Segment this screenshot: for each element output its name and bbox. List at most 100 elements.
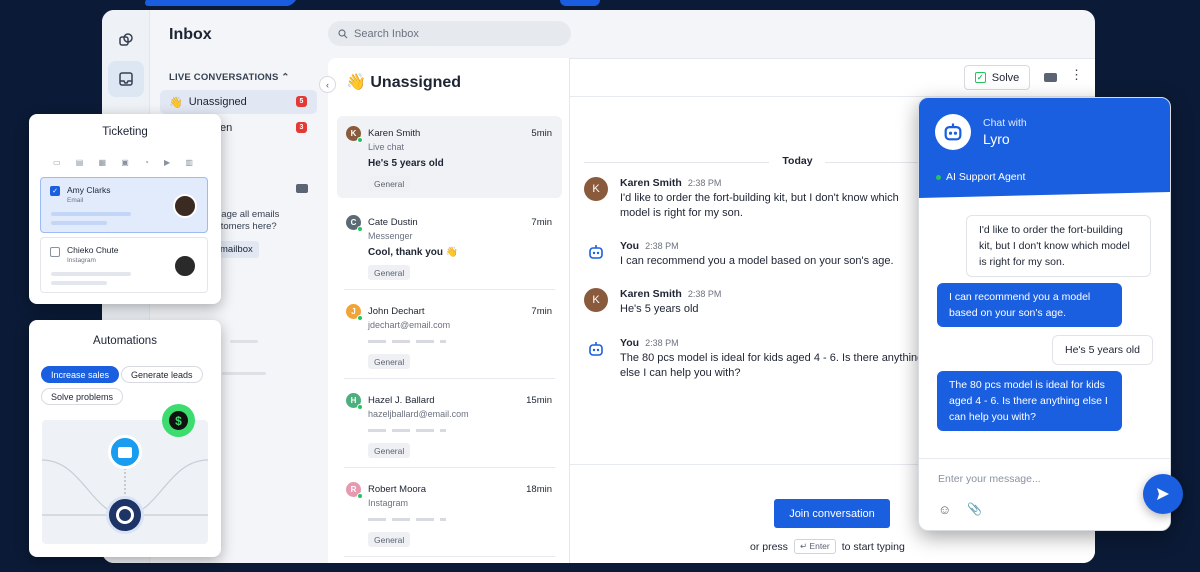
checkbox-checked[interactable]: ✓ xyxy=(50,186,60,196)
ticket-name: Chieko Chute xyxy=(67,245,119,255)
online-indicator xyxy=(357,404,363,410)
divider xyxy=(344,289,555,290)
ring-icon xyxy=(116,506,134,524)
tag-general: General xyxy=(368,176,411,191)
message-placeholder xyxy=(368,518,446,521)
message-header: You 2:38 PM xyxy=(620,240,679,252)
ticket-row[interactable]: ✓ Amy Clarks Email xyxy=(40,177,208,233)
ticket-source: Email xyxy=(67,197,84,204)
assign-icon[interactable]: ◔ xyxy=(144,158,149,167)
export-icon[interactable]: ▶ xyxy=(164,158,170,167)
conversation-item[interactable]: R Robert Moora 18min Instagram General xyxy=(337,472,562,557)
ticket-toolbar: ▭ ▤ ▦ ▣ ◔ ▶ ▥ xyxy=(53,158,193,167)
folder-icon[interactable]: ▦ xyxy=(99,158,107,167)
bot-icon xyxy=(584,240,608,264)
send-button[interactable] xyxy=(1143,474,1183,514)
solve-button[interactable]: ✓ Solve xyxy=(964,65,1030,90)
conversation-list: 👋 Unassigned K Karen Smith 5min Live cha… xyxy=(328,58,570,563)
background-shape xyxy=(560,0,600,6)
checkbox[interactable] xyxy=(50,247,60,257)
contact-name: Hazel J. Ballard xyxy=(368,395,435,406)
ticket-row[interactable]: Chieko Chute Instagram xyxy=(40,237,208,293)
tag-general: General xyxy=(368,265,411,280)
lyro-chat-widget: Chat with Lyro AI Support Agent I'd like… xyxy=(918,97,1171,531)
dollar-icon: $ xyxy=(162,404,195,437)
online-indicator xyxy=(357,315,363,321)
conversation-time: 18min xyxy=(526,484,552,495)
message-time: 2:38 PM xyxy=(687,289,722,299)
message-time: 2:38 PM xyxy=(645,241,679,251)
ticketing-card: Ticketing ▭ ▤ ▦ ▣ ◔ ▶ ▥ ✓ Amy Clarks Email Chi… xyxy=(29,114,221,304)
emoji-icon[interactable]: ☺ xyxy=(938,502,951,517)
contact-name: John Dechart xyxy=(368,306,425,317)
info-text: nage all emails xyxy=(216,209,280,220)
message-icon xyxy=(118,446,132,458)
count-badge: 5 xyxy=(296,96,307,107)
chat-node-icon[interactable] xyxy=(108,435,142,469)
contact-name: Robert Moora xyxy=(368,484,427,495)
channel-label: Live chat xyxy=(368,142,405,152)
join-conversation-button[interactable]: Join conversation xyxy=(774,499,890,528)
comment-icon[interactable]: ▤ xyxy=(76,158,84,167)
ticket-name: Amy Clarks xyxy=(67,185,111,195)
live-conversations-header[interactable]: LIVE CONVERSATIONS ⌃ xyxy=(169,72,290,83)
message-text: The 80 pcs model is ideal for kids aged … xyxy=(620,352,924,379)
trash-icon[interactable]: ▥ xyxy=(185,158,193,167)
placeholder-line xyxy=(230,340,258,343)
search-placeholder: Search Inbox xyxy=(354,27,419,40)
card-title: Ticketing xyxy=(102,126,148,138)
ticket-source: Instagram xyxy=(67,257,96,264)
pill-increase-sales[interactable]: Increase sales xyxy=(41,366,120,383)
image-icon[interactable]: ▣ xyxy=(121,158,129,167)
inbox-icon[interactable] xyxy=(108,61,144,97)
chat-bubble-outgoing: The 80 pcs model is ideal for kids aged … xyxy=(937,371,1122,431)
message-time: 2:38 PM xyxy=(687,178,722,188)
channel-label: hazeljballard@email.com xyxy=(368,409,469,419)
message-header: Karen Smith 2:38 PM xyxy=(620,288,721,300)
nav-item-label: Unassigned xyxy=(188,96,247,108)
select-icon[interactable]: ▭ xyxy=(53,158,61,167)
conversation-time: 15min xyxy=(526,395,552,406)
bot-icon xyxy=(584,337,608,361)
divider xyxy=(344,378,555,379)
conversation-time: 7min xyxy=(531,217,552,228)
ticket-icon[interactable] xyxy=(1044,73,1057,82)
conversation-item[interactable]: K Karen Smith 5min Live chat He's 5 year… xyxy=(337,116,562,198)
chat-toolbar: ✓ Solve ⋮ xyxy=(570,59,1095,97)
nav-item-unassigned[interactable]: 👋 Unassigned 5 xyxy=(160,90,317,114)
online-indicator xyxy=(357,137,363,143)
message-text: I can recommend you a model based on you… xyxy=(620,255,894,267)
bot-node-icon[interactable] xyxy=(106,496,144,534)
avatar xyxy=(173,254,197,278)
attachment-icon[interactable]: 📎 xyxy=(967,502,982,516)
tag-general: General xyxy=(368,532,411,547)
ticket-icon[interactable] xyxy=(296,184,308,193)
pill-generate-leads[interactable]: Generate leads xyxy=(121,366,203,383)
section-label: LIVE CONVERSATIONS xyxy=(169,72,279,83)
message-header: Karen Smith 2:38 PM xyxy=(620,177,721,189)
divider xyxy=(344,467,555,468)
message-placeholder xyxy=(368,429,446,432)
shapes-icon[interactable] xyxy=(108,22,144,58)
pill-solve-problems[interactable]: Solve problems xyxy=(41,388,124,405)
contact-name: Karen Smith xyxy=(368,128,421,139)
agent-status: AI Support Agent xyxy=(946,171,1026,183)
more-vertical-icon[interactable]: ⋮ xyxy=(1070,68,1083,81)
enter-key: ↵ Enter xyxy=(793,539,836,554)
conversation-item[interactable]: H Hazel J. Ballard 15min hazeljballard@e… xyxy=(337,383,562,468)
message-text: He's 5 years old xyxy=(620,303,699,315)
collapse-panel-button[interactable]: ‹ xyxy=(319,76,336,93)
online-indicator xyxy=(357,493,363,499)
message-text: I'd like to order the fort-building kit,… xyxy=(620,192,899,219)
conversation-item[interactable]: C Cate Dustin 7min Messenger Cool, thank… xyxy=(337,205,562,290)
conversation-item[interactable]: J John Dechart 7min jdechart@email.com G… xyxy=(337,294,562,379)
avatar: K xyxy=(584,288,608,312)
solve-label: Solve xyxy=(991,71,1020,84)
search-inbox-input[interactable]: Search Inbox xyxy=(328,21,571,46)
dollar-symbol: $ xyxy=(169,411,188,430)
automations-card: Automations Increase sales Generate lead… xyxy=(29,320,221,557)
message-input[interactable]: Enter your message... xyxy=(938,473,1128,485)
avatar: K xyxy=(584,177,608,201)
search-icon xyxy=(338,28,348,38)
keyboard-hint: or press ↵ Enter to start typing xyxy=(750,539,905,554)
